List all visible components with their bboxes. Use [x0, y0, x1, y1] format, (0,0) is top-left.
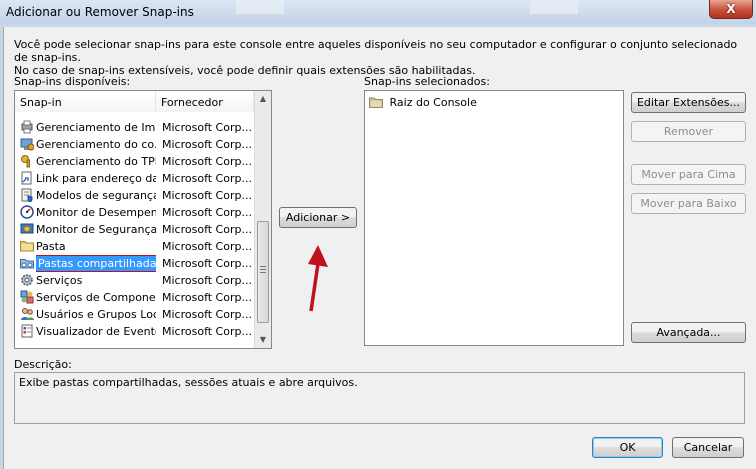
snapin-name: Link para endereço da... — [36, 170, 156, 187]
link-page-icon — [21, 171, 32, 185]
selected-snapins-label: Snap-ins selecionados: — [364, 75, 490, 88]
snapin-name: Monitor de Segurança IP — [36, 221, 156, 238]
selected-snapins-list[interactable]: Raiz do Console — [364, 90, 624, 346]
description-text: Exibe pastas compartilhadas, sessões atu… — [19, 376, 358, 389]
services-gear-icon — [21, 274, 33, 286]
component-services-icon — [20, 290, 34, 304]
snapin-row[interactable]: Link para endereço da... Microsoft Corp..… — [15, 170, 253, 187]
snapin-name-text: Gerenciamento de Im... — [36, 121, 156, 134]
snapin-name: Gerenciamento do co... — [36, 136, 156, 153]
remove-button[interactable]: Remover — [631, 121, 746, 142]
snapin-row[interactable]: Monitor de Segurança IP Microsoft Corp... — [15, 221, 253, 238]
snapin-name-text: Gerenciamento do co... — [36, 138, 156, 151]
available-snapins-label: Snap-ins disponíveis: — [14, 75, 131, 88]
cancel-button[interactable]: Cancelar — [672, 437, 744, 458]
background-window-ghost — [236, 0, 284, 14]
snapin-name: Serviços — [36, 272, 156, 289]
selected-item-label: Raiz do Console — [389, 96, 477, 109]
snapin-vendor: Microsoft Corp... — [162, 240, 252, 253]
users-groups-icon — [21, 308, 34, 320]
snapin-row[interactable]: Monitor de Desempenho Microsoft Corp... — [15, 204, 253, 221]
red-annotation-arrow-icon — [308, 245, 328, 312]
snapin-vendor: Microsoft Corp... — [162, 257, 252, 270]
print-management-icon — [21, 120, 33, 134]
snapin-name-text: Pasta — [36, 240, 66, 253]
snapin-vendor: Microsoft Corp... — [162, 325, 252, 338]
available-rows: Gerenciamento de Im... Microsoft Corp... G… — [15, 119, 253, 340]
snapin-vendor: Microsoft Corp... — [162, 189, 252, 202]
folder-icon — [369, 97, 383, 108]
snapin-row[interactable]: Modelos de segurança Microsoft Corp... — [15, 187, 253, 204]
description-label: Descrição: — [14, 358, 72, 371]
title-bar: Adicionar ou Remover Snap-ins X — [0, 0, 756, 24]
snapin-vendor: Microsoft Corp... — [162, 138, 252, 151]
snapin-name: Pasta — [36, 238, 156, 255]
snapin-vendor: Microsoft Corp... — [162, 291, 252, 304]
column-header-vendor[interactable]: Fornecedor — [156, 91, 254, 112]
snapin-name: Monitor de Desempenho — [36, 204, 156, 221]
available-snapins-list[interactable]: Snap-in Fornecedor Gerenciamento de Im..… — [14, 90, 272, 349]
snapin-vendor: Microsoft Corp... — [162, 121, 252, 134]
snapin-row[interactable]: Gerenciamento de Im... Microsoft Corp... — [15, 119, 253, 136]
intro-line-1: Você pode selecionar snap-ins para este … — [14, 38, 738, 64]
tpm-key-icon — [21, 155, 30, 168]
snapin-row[interactable]: Serviços Microsoft Corp... — [15, 272, 253, 289]
snapin-vendor: Microsoft Corp... — [162, 308, 252, 321]
shared-folders-icon — [20, 259, 34, 269]
snapin-name-text: Monitor de Desempenho — [36, 206, 156, 219]
snapin-name-text: Usuários e Grupos Loc... — [36, 308, 156, 321]
scroll-down-arrow-icon[interactable]: ▼ — [255, 332, 271, 348]
snapin-name-text: Modelos de segurança — [36, 189, 156, 202]
snapin-name-text: Pastas compartilhadas — [36, 255, 156, 272]
snapin-name-text: Visualizador de Eventos — [36, 325, 156, 338]
background-window-ghost — [530, 0, 578, 14]
event-viewer-icon — [21, 324, 33, 338]
snapin-name-text: Link para endereço da... — [36, 172, 156, 185]
folder-icon — [20, 241, 34, 252]
scroll-up-arrow-icon[interactable]: ▲ — [255, 91, 271, 107]
snapin-name: Gerenciamento do TPM — [36, 153, 156, 170]
snapin-name: Modelos de segurança — [36, 187, 156, 204]
add-button[interactable]: Adicionar > — [279, 207, 357, 228]
ip-security-icon — [20, 223, 34, 234]
performance-monitor-icon — [20, 205, 34, 219]
snapin-row[interactable]: Gerenciamento do TPM Microsoft Corp... — [15, 153, 253, 170]
computer-management-icon — [20, 138, 34, 151]
selected-item-console-root[interactable]: Raiz do Console — [369, 95, 477, 111]
snapin-row[interactable]: Serviços de Compone... Microsoft Corp... — [15, 289, 253, 306]
snapin-vendor: Microsoft Corp... — [162, 223, 252, 236]
snapin-vendor: Microsoft Corp... — [162, 155, 252, 168]
snapin-name: Usuários e Grupos Loc... — [36, 306, 156, 323]
security-templates-icon — [21, 188, 33, 202]
scrollbar-thumb[interactable] — [257, 221, 269, 323]
snapin-name: Pastas compartilhadas — [36, 255, 156, 272]
available-list-scrollbar[interactable]: ▲ ▼ — [254, 91, 271, 348]
snapin-vendor: Microsoft Corp... — [162, 172, 252, 185]
snapin-name-text: Gerenciamento do TPM — [36, 155, 156, 168]
intro-text: Você pode selecionar snap-ins para este … — [14, 38, 754, 77]
edit-extensions-button[interactable]: Editar Extensões... — [631, 92, 746, 113]
close-button[interactable]: X — [709, 0, 753, 19]
column-header-snapin[interactable]: Snap-in — [15, 91, 156, 112]
snapin-vendor: Microsoft Corp... — [162, 206, 252, 219]
snapin-row[interactable]: Visualizador de Eventos Microsoft Corp... — [15, 323, 253, 340]
snapin-name-text: Serviços de Compone... — [36, 291, 156, 304]
window-title: Adicionar ou Remover Snap-ins — [6, 5, 194, 19]
snapin-row[interactable]: Gerenciamento do co... Microsoft Corp... — [15, 136, 253, 153]
advanced-button[interactable]: Avançada... — [631, 322, 746, 343]
snapin-row[interactable]: Pastas compartilhadas Microsoft Corp... — [15, 255, 253, 272]
snapin-name-text: Monitor de Segurança IP — [36, 223, 156, 236]
ok-button[interactable]: OK — [592, 437, 663, 458]
snapin-row[interactable]: Pasta Microsoft Corp... — [15, 238, 253, 255]
dialog-body: Você pode selecionar snap-ins para este … — [3, 27, 756, 469]
snapin-name: Serviços de Compone... — [36, 289, 156, 306]
snapin-name: Gerenciamento de Im... — [36, 119, 156, 136]
move-up-button[interactable]: Mover para Cima — [631, 164, 746, 185]
description-box: Exibe pastas compartilhadas, sessões atu… — [14, 372, 745, 424]
move-down-button[interactable]: Mover para Baixo — [631, 193, 746, 214]
snapin-name-text: Serviços — [36, 274, 83, 287]
snapin-row[interactable]: Usuários e Grupos Loc... Microsoft Corp..… — [15, 306, 253, 323]
snapin-vendor: Microsoft Corp... — [162, 274, 252, 287]
snapin-name: Visualizador de Eventos — [36, 323, 156, 340]
